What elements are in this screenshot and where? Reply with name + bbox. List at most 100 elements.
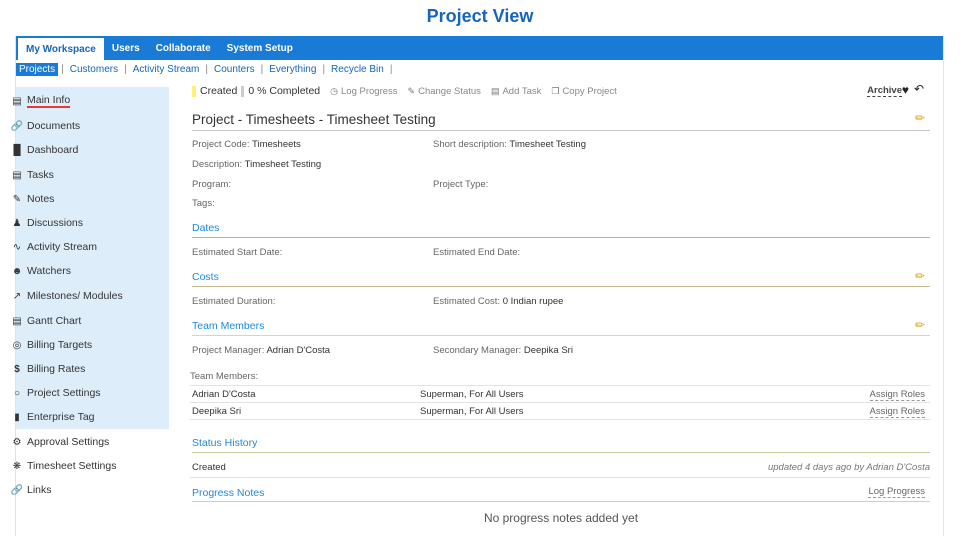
subnav-counters[interactable]: Counters	[211, 64, 258, 75]
sidebar-item-notes[interactable]: ✎ Notes	[0, 188, 160, 210]
cog-icon: ❋	[12, 460, 22, 472]
sidebar-item-main-info[interactable]: ▤ Main Info	[0, 90, 160, 112]
status-marker	[192, 85, 196, 97]
sidebar-item-approval-settings[interactable]: ⚙ Approval Settings	[0, 431, 160, 453]
sidebar-item-label: Enterprise Tag	[27, 411, 95, 423]
member-row-divider	[190, 402, 930, 403]
project-manager-label: Project Manager:	[192, 345, 265, 356]
sidebar-item-discussions[interactable]: ♟ Discussions	[0, 212, 160, 234]
subnav-customers[interactable]: Customers	[67, 64, 121, 75]
short-description-label: Short description:	[433, 139, 507, 150]
gantt-icon: ▤	[12, 315, 22, 327]
add-task-button[interactable]: ▤ Add Task	[491, 86, 541, 97]
status-history-status: Created	[192, 462, 226, 473]
sidebar-item-billing-targets[interactable]: ◎ Billing Targets	[0, 334, 160, 356]
project-type-field: Project Type:	[433, 179, 489, 190]
archive-button[interactable]: Archive	[867, 85, 902, 97]
subnav-activity-stream[interactable]: Activity Stream	[130, 64, 203, 75]
change-status-label: Change Status	[418, 85, 481, 97]
short-description-value: Timesheet Testing	[509, 139, 586, 150]
sidebar-item-enterprise-tag[interactable]: ▮ Enterprise Tag	[0, 406, 160, 428]
log-progress-link[interactable]: Log Progress	[868, 486, 925, 498]
sidebar-item-watchers[interactable]: ☻ Watchers	[0, 260, 160, 282]
log-progress-icon: ◷	[330, 85, 339, 96]
status-history-heading: Status History	[192, 437, 258, 449]
status-badge: Created	[200, 85, 238, 97]
page-title: Project View	[426, 6, 534, 26]
costs-divider	[192, 286, 930, 287]
sidebar-item-milestones[interactable]: ↗ Milestones/ Modules	[0, 285, 160, 307]
description-label: Description:	[192, 159, 243, 170]
estimated-cost-label: Estimated Cost:	[433, 296, 501, 307]
change-status-button[interactable]: ✎ Change Status	[408, 86, 481, 97]
description-field: Description: Timesheet Testing	[192, 159, 321, 170]
sidebar-item-label: Approval Settings	[27, 436, 110, 448]
sidebar-item-label: Notes	[27, 193, 55, 205]
status-row-divider	[190, 477, 930, 478]
program-field: Program:	[192, 179, 232, 190]
member-roles: Superman, For All Users	[420, 406, 524, 417]
heart-icon[interactable]: ♥	[902, 83, 909, 97]
tab-system-setup[interactable]: System Setup	[219, 36, 301, 60]
progress-notes-divider	[192, 501, 930, 502]
log-progress-button[interactable]: ◷ Log Progress	[330, 86, 397, 97]
top-nav: My Workspace Users Collaborate System Se…	[16, 36, 943, 60]
sidebar-item-label: Dashboard	[27, 144, 79, 156]
add-task-label: Add Task	[502, 85, 542, 97]
assign-roles-button[interactable]: Assign Roles	[869, 406, 925, 418]
edit-costs-pencil-icon[interactable]: ✏	[915, 269, 925, 283]
project-toolbar: Created 0 % Completed ◷ Log Progress ✎ Cha…	[192, 83, 930, 99]
sidebar-item-label: Billing Rates	[27, 363, 86, 375]
sidebar-item-dashboard[interactable]: █ Dashboard	[0, 139, 160, 161]
progress-divider	[241, 85, 245, 97]
description-value: Timesheet Testing	[244, 159, 322, 170]
tab-collaborate[interactable]: Collaborate	[148, 36, 219, 60]
subnav-separator: |	[260, 63, 264, 75]
member-row-divider	[190, 419, 930, 420]
page: Project View My Workspace Users Collabor…	[0, 0, 960, 537]
info-icon: ▤	[12, 95, 22, 107]
sidebar-item-billing-rates[interactable]: $ Billing Rates	[0, 358, 160, 380]
change-status-icon: ✎	[407, 85, 416, 96]
project-code-label: Project Code:	[192, 139, 250, 150]
copy-project-button[interactable]: ❐ Copy Project	[551, 86, 616, 97]
subnav-everything[interactable]: Everything	[266, 64, 319, 75]
member-name: Deepika Sri	[192, 406, 242, 417]
sidebar-item-timesheet-settings[interactable]: ❋ Timesheet Settings	[0, 455, 160, 477]
estimated-cost-value: 0 Indian rupee	[502, 296, 564, 307]
costs-heading: Costs	[192, 271, 219, 283]
sidebar-item-label: Activity Stream	[27, 241, 98, 253]
note-icon: ✎	[12, 193, 22, 205]
sidebar-item-label: Gantt Chart	[27, 315, 82, 327]
sidebar-item-project-settings[interactable]: ○ Project Settings	[0, 382, 160, 404]
tags-field: Tags:	[192, 198, 215, 209]
edit-pencil-icon[interactable]: ✏	[915, 111, 925, 125]
sidebar-item-label: Timesheet Settings	[27, 460, 117, 472]
status-history-divider	[192, 452, 930, 453]
dates-heading: Dates	[192, 222, 220, 234]
watchers-icon: ☻	[11, 265, 23, 277]
add-task-icon: ▤	[490, 85, 500, 96]
tasks-icon: ▤	[12, 169, 22, 181]
edit-team-pencil-icon[interactable]: ✏	[915, 318, 925, 332]
sidebar-item-documents[interactable]: 🔗 Documents	[0, 115, 160, 137]
subnav-projects[interactable]: Projects	[16, 62, 59, 76]
sidebar-item-activity-stream[interactable]: ∿ Activity Stream	[0, 236, 160, 258]
link-icon: 🔗	[10, 484, 24, 496]
team-members-heading: Team Members	[192, 320, 265, 332]
gear-icon: ⚙	[12, 436, 22, 448]
sidebar-item-links[interactable]: 🔗 Links	[0, 479, 160, 501]
sidebar-item-tasks[interactable]: ▤ Tasks	[0, 164, 160, 186]
undo-icon[interactable]: ↶	[914, 82, 924, 96]
sidebar-item-label: Documents	[27, 120, 81, 132]
subnav-separator: |	[389, 63, 393, 75]
tab-my-workspace[interactable]: My Workspace	[18, 38, 104, 60]
subnav-separator: |	[124, 63, 127, 75]
bookmark-icon: ▮	[14, 411, 20, 423]
progress-notes-heading: Progress Notes	[192, 487, 265, 499]
assign-roles-button[interactable]: Assign Roles	[869, 389, 925, 401]
tab-users[interactable]: Users	[104, 36, 148, 60]
secondary-manager-label: Secondary Manager:	[433, 345, 522, 356]
subnav-recycle-bin[interactable]: Recycle Bin	[328, 64, 387, 75]
sidebar-item-gantt-chart[interactable]: ▤ Gantt Chart	[0, 310, 160, 332]
